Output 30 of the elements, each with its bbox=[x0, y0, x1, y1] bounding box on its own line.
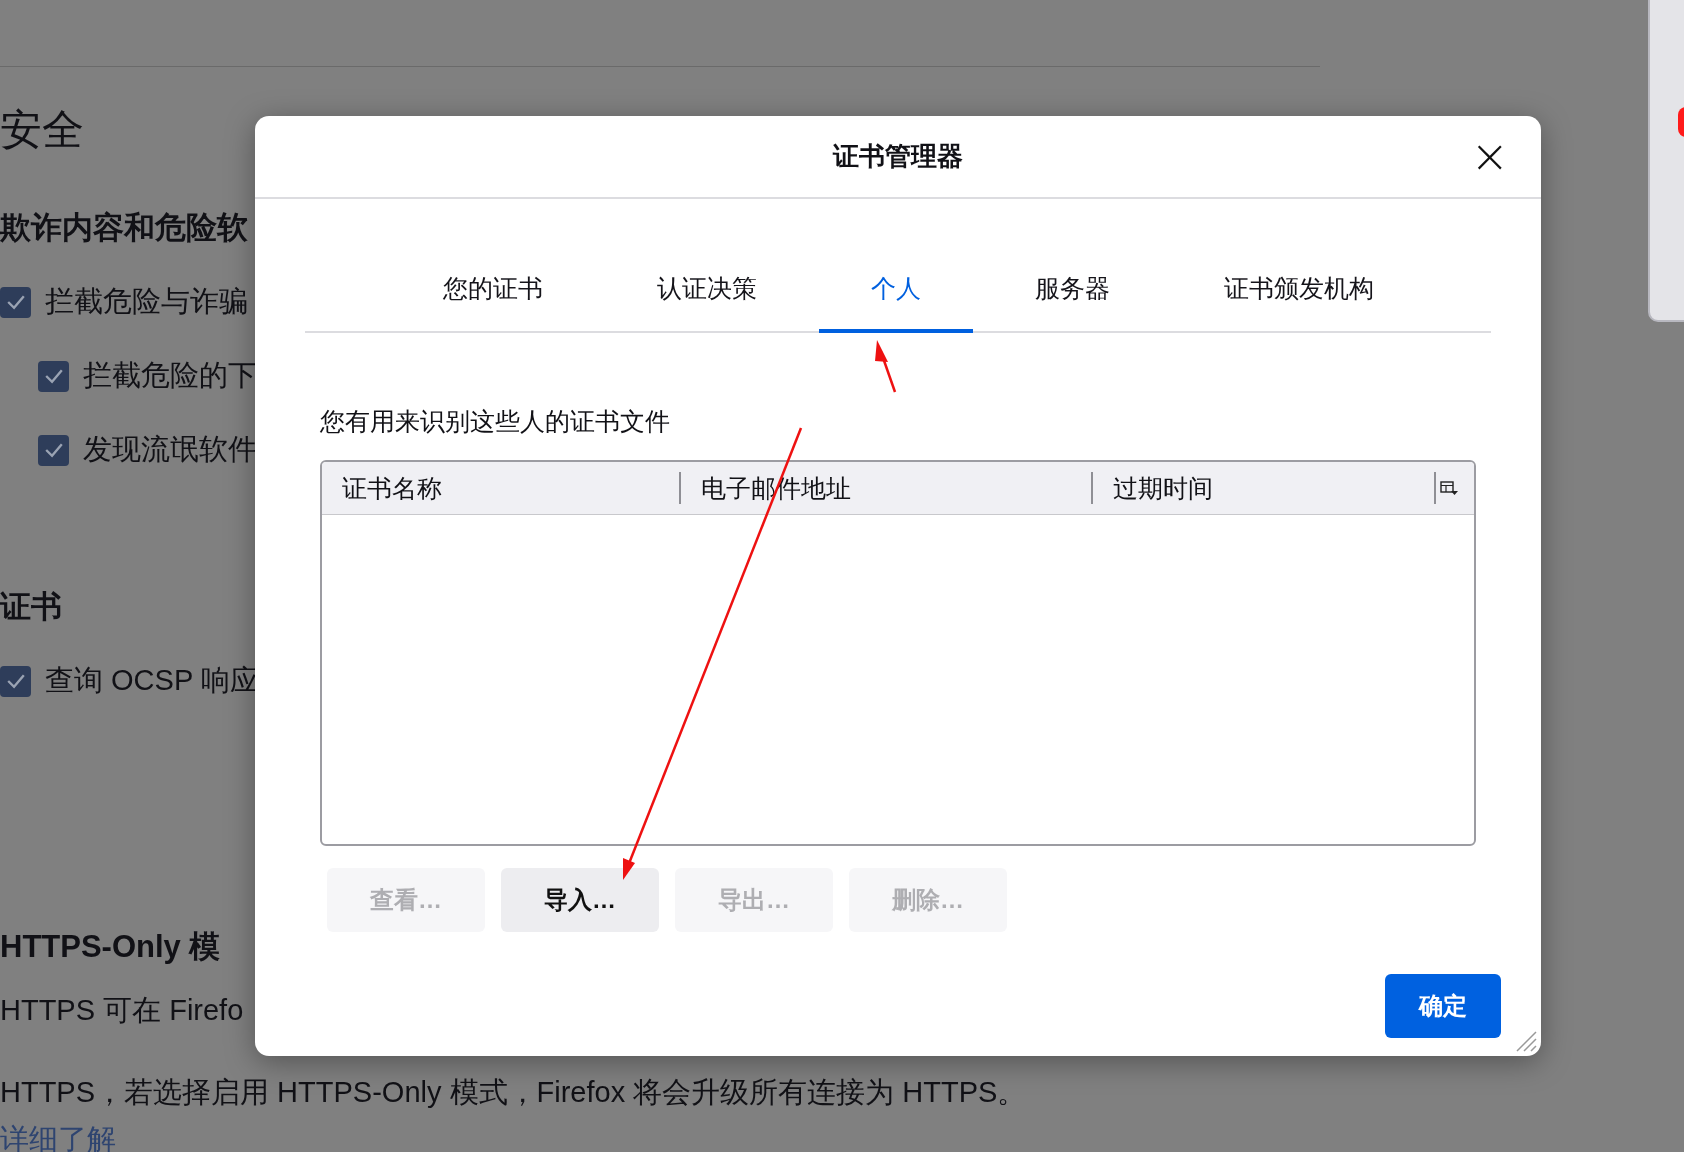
resize-grip-icon bbox=[1515, 1030, 1537, 1052]
column-header[interactable]: 过期时间 bbox=[1091, 472, 1428, 504]
action-button[interactable]: 导入… bbox=[501, 868, 659, 932]
tab[interactable]: 个人 bbox=[818, 247, 973, 333]
column-picker-icon[interactable] bbox=[1434, 472, 1458, 504]
section-heading: HTTPS-Only 模 bbox=[0, 928, 221, 966]
checkbox-label: 拦截危险与诈骗 bbox=[45, 284, 248, 319]
paragraph-line: HTTPS 可在 Firefo bbox=[0, 993, 244, 1028]
tab[interactable]: 您的证书 bbox=[390, 247, 595, 333]
paragraph-line: HTTPS，若选择启用 HTTPS-Only 模式，Firefox 将会升级所有连接为 HTTPS。 bbox=[0, 1075, 1027, 1110]
dialog-title: 证书管理器 bbox=[833, 140, 963, 173]
column-header[interactable]: 电子邮件地址 bbox=[679, 472, 1091, 504]
tab[interactable]: 认证决策 bbox=[604, 247, 809, 333]
checkbox[interactable] bbox=[38, 360, 69, 392]
checkbox[interactable] bbox=[0, 665, 31, 697]
description-text: 您有用来识别这些人的证书文件 bbox=[320, 406, 671, 437]
section-heading: 欺诈内容和危险软 bbox=[0, 209, 248, 247]
column-header[interactable]: 证书名称 bbox=[322, 472, 679, 504]
page-heading: 安全 bbox=[0, 105, 84, 155]
ok-button[interactable]: 确定 bbox=[1385, 974, 1501, 1038]
tab[interactable]: 服务器 bbox=[982, 247, 1162, 333]
tab[interactable]: 证书颁发机构 bbox=[1171, 247, 1426, 333]
checkbox-label: 查询 OCSP 响应 bbox=[45, 663, 259, 698]
close-button[interactable]: × bbox=[1466, 134, 1513, 178]
section-heading: 证书 bbox=[0, 588, 62, 626]
checkbox[interactable] bbox=[38, 434, 69, 466]
checkbox-label: 拦截危险的下 bbox=[83, 358, 257, 393]
annotation-arrow bbox=[875, 340, 897, 393]
checkbox[interactable] bbox=[0, 286, 31, 318]
checkbox-label: 发现流氓软件 bbox=[83, 432, 257, 467]
